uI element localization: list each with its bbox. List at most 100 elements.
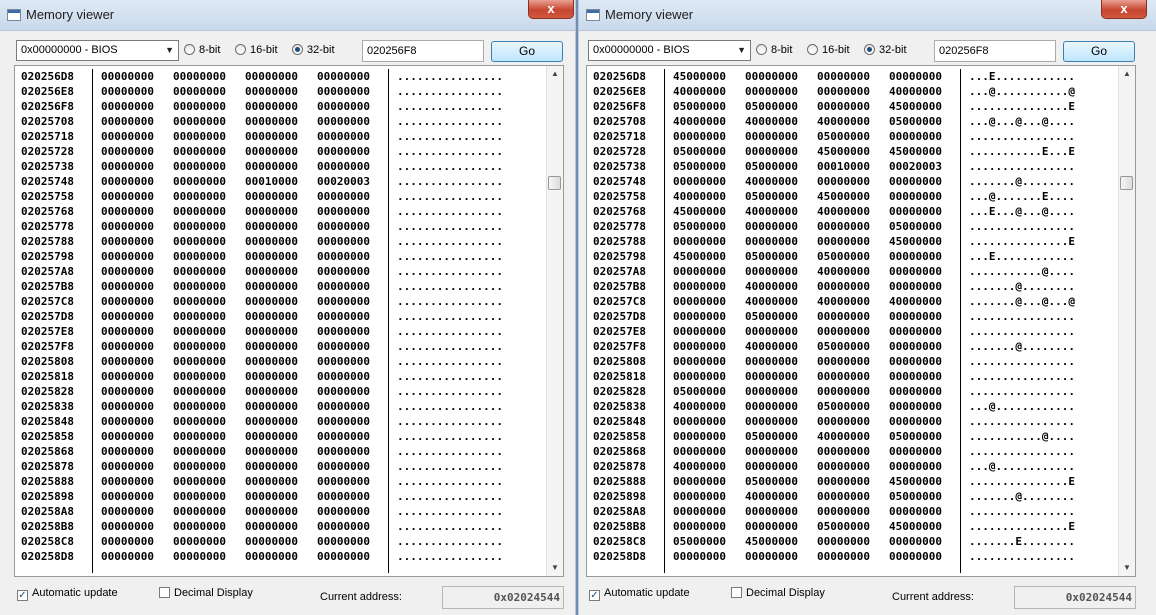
decimal-display-checkbox[interactable]: Decimal Display <box>731 587 825 599</box>
hex-word-1: 00000000 <box>101 385 154 398</box>
radio-selected-icon <box>292 44 303 55</box>
hex-word-1: 00000000 <box>673 325 726 338</box>
hex-word-4: 00000000 <box>317 325 370 338</box>
row-address: 02025838 <box>593 400 646 413</box>
radio-32-bit[interactable]: 32-bit <box>292 44 335 56</box>
hex-word-1: 45000000 <box>673 250 726 263</box>
title-bar[interactable]: Memory viewer x <box>0 0 575 31</box>
hex-dump-panel[interactable]: 020256D8 45000000 00000000 00000000 00000000… <box>586 65 1136 577</box>
hex-word-1: 00000000 <box>101 310 154 323</box>
hex-word-4: 00000000 <box>889 460 942 473</box>
hex-word-4: 00000000 <box>889 505 942 518</box>
app-icon <box>7 9 21 21</box>
go-button[interactable]: Go <box>491 41 563 62</box>
hex-word-2: 00000000 <box>173 445 226 458</box>
go-button[interactable]: Go <box>1063 41 1135 62</box>
radio-16-bit[interactable]: 16-bit <box>235 44 278 56</box>
hex-word-2: 00000000 <box>173 310 226 323</box>
row-address: 02025828 <box>593 385 646 398</box>
scroll-down-icon[interactable]: ▼ <box>547 560 563 576</box>
hex-word-1: 00000000 <box>673 475 726 488</box>
hex-word-4: 00000000 <box>317 400 370 413</box>
hex-word-1: 05000000 <box>673 385 726 398</box>
row-address: 02025808 <box>593 355 646 368</box>
ascii-text: ...@.......E.... <box>969 190 1075 203</box>
ascii-text: ................ <box>397 370 503 383</box>
hex-word-1: 00000000 <box>101 370 154 383</box>
row-address: 020258D8 <box>21 550 74 563</box>
hex-word-4: 00000000 <box>317 445 370 458</box>
hex-word-1: 00000000 <box>673 130 726 143</box>
scroll-down-icon[interactable]: ▼ <box>1119 560 1135 576</box>
row-address: 020257E8 <box>593 325 646 338</box>
ascii-text: ...............E <box>969 475 1075 488</box>
hex-word-4: 00000000 <box>317 430 370 443</box>
ascii-text: ...............E <box>969 100 1075 113</box>
radio-32-bit[interactable]: 32-bit <box>864 44 907 56</box>
radio-16-bit-label: 16-bit <box>250 44 278 56</box>
row-address: 020257A8 <box>593 265 646 278</box>
memory-region-select[interactable]: 0x00000000 - BIOS ▼ <box>16 40 179 61</box>
ascii-text: ................ <box>397 415 503 428</box>
hex-word-4: 00000000 <box>889 550 942 563</box>
hex-word-3: 00000000 <box>817 355 870 368</box>
vertical-scrollbar[interactable]: ▲ ▼ <box>546 66 563 576</box>
row-address: 02025878 <box>593 460 646 473</box>
hex-word-1: 00000000 <box>673 445 726 458</box>
hex-word-2: 00000000 <box>173 295 226 308</box>
ascii-text: ................ <box>969 550 1075 563</box>
ascii-text: ................ <box>969 130 1075 143</box>
row-address: 02025858 <box>593 430 646 443</box>
scroll-up-icon[interactable]: ▲ <box>547 66 563 82</box>
ascii-text: ................ <box>969 220 1075 233</box>
scroll-up-icon[interactable]: ▲ <box>1119 66 1135 82</box>
address-input[interactable]: 020256F8 <box>362 40 484 62</box>
hex-word-3: 45000000 <box>817 145 870 158</box>
hex-word-1: 00000000 <box>101 295 154 308</box>
hex-word-3: 00000000 <box>245 490 298 503</box>
hex-word-3: 00000000 <box>245 340 298 353</box>
hex-word-1: 45000000 <box>673 205 726 218</box>
address-divider <box>664 69 665 573</box>
hex-word-3: 00000000 <box>817 415 870 428</box>
automatic-update-checkbox[interactable]: ✓ Automatic update <box>17 587 118 601</box>
scrollbar-thumb[interactable] <box>1120 176 1133 190</box>
row-address: 02025898 <box>21 490 74 503</box>
hex-word-3: 00000000 <box>245 250 298 263</box>
vertical-scrollbar[interactable]: ▲ ▼ <box>1118 66 1135 576</box>
hex-word-2: 00000000 <box>173 175 226 188</box>
hex-word-4: 00000000 <box>317 340 370 353</box>
decimal-display-label: Decimal Display <box>746 587 825 599</box>
hex-word-2: 00000000 <box>745 550 798 563</box>
radio-8-bit[interactable]: 8-bit <box>184 44 220 56</box>
close-button[interactable]: x <box>1101 0 1147 19</box>
hex-word-4: 00000000 <box>889 175 942 188</box>
radio-8-bit[interactable]: 8-bit <box>756 44 792 56</box>
hex-word-3: 40000000 <box>817 265 870 278</box>
title-bar[interactable]: Memory viewer x <box>579 0 1156 31</box>
row-address: 02025868 <box>21 445 74 458</box>
radio-16-bit-label: 16-bit <box>822 44 850 56</box>
ascii-divider <box>388 69 389 573</box>
hex-word-3: 00000000 <box>817 280 870 293</box>
row-address: 020256E8 <box>593 85 646 98</box>
decimal-display-label: Decimal Display <box>174 587 253 599</box>
scrollbar-thumb[interactable] <box>548 176 561 190</box>
decimal-display-checkbox[interactable]: Decimal Display <box>159 587 253 599</box>
memory-region-select[interactable]: 0x00000000 - BIOS ▼ <box>588 40 751 61</box>
hex-dump-panel[interactable]: 020256D8 00000000 00000000 00000000 00000000… <box>14 65 564 577</box>
address-input[interactable]: 020256F8 <box>934 40 1056 62</box>
automatic-update-checkbox[interactable]: ✓ Automatic update <box>589 587 690 601</box>
hex-word-4: 00000000 <box>317 505 370 518</box>
current-address-value: 0x02024544 <box>442 586 564 609</box>
hex-word-4: 00000000 <box>889 310 942 323</box>
close-button[interactable]: x <box>528 0 574 19</box>
hex-word-1: 00000000 <box>101 115 154 128</box>
hex-word-3: 00000000 <box>817 505 870 518</box>
hex-word-4: 00000000 <box>317 415 370 428</box>
hex-word-2: 40000000 <box>745 295 798 308</box>
radio-16-bit[interactable]: 16-bit <box>807 44 850 56</box>
chevron-down-icon: ▼ <box>165 45 174 55</box>
window-title: Memory viewer <box>605 7 694 22</box>
hex-word-1: 00000000 <box>101 280 154 293</box>
